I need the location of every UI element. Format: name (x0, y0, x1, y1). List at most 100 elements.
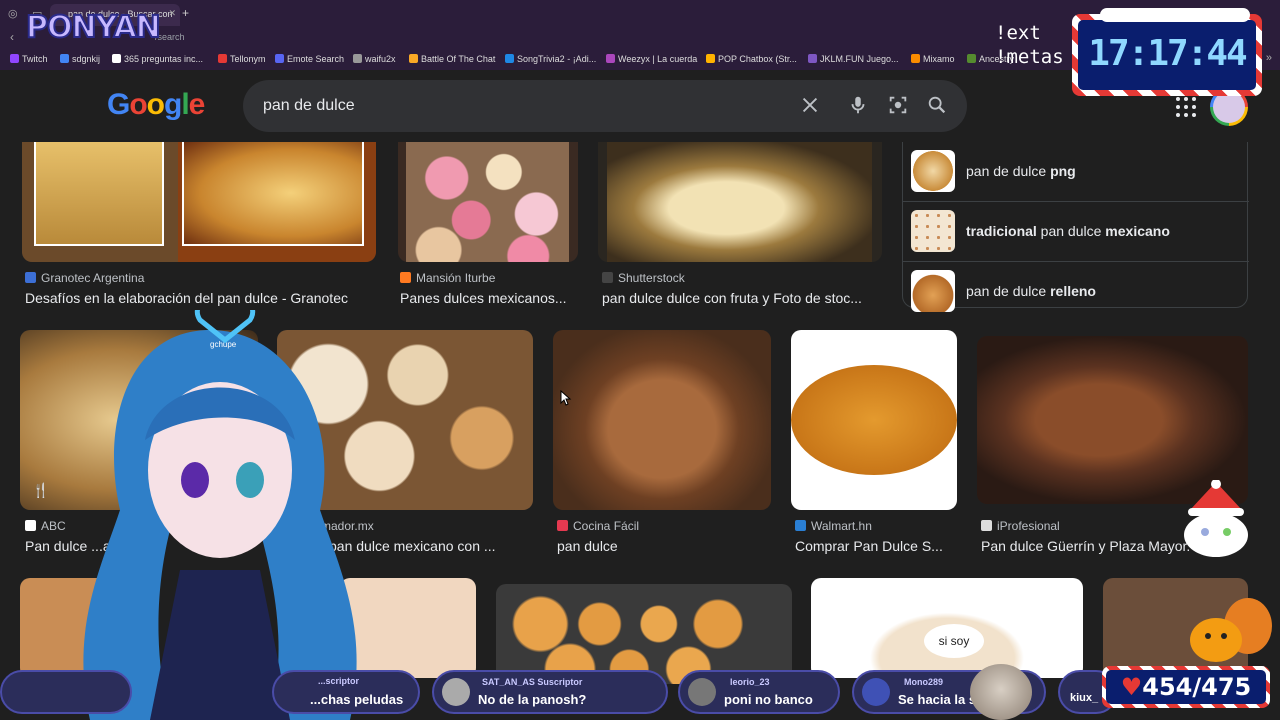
related-search-item[interactable]: pan de dulce relleno (903, 262, 1249, 322)
related-searches: pan de dulce png tradicional pan dulce m… (902, 142, 1249, 312)
related-search-item[interactable]: tradicional pan dulce mexicano (903, 202, 1249, 262)
bookmark-icon (606, 54, 615, 63)
chat-message: ...scriptor ...chas peludas (272, 670, 420, 714)
bookmark-icon (218, 54, 227, 63)
result-image[interactable] (598, 142, 882, 262)
chat-username: Mono289 (904, 677, 944, 687)
related-thumbnail (911, 150, 955, 192)
result-source[interactable]: iProfesional (981, 519, 1060, 533)
related-search-text: pan de dulce relleno (966, 283, 1096, 299)
result-image[interactable] (496, 584, 792, 684)
chat-username: leorio_23 (730, 677, 770, 687)
clear-icon[interactable] (799, 94, 821, 116)
bookmark-icon (60, 54, 69, 63)
site-favicon-icon (981, 520, 992, 531)
result-source[interactable]: Cocina Fácil (557, 519, 639, 533)
bookmark-item[interactable]: Battle Of The Chat (409, 54, 495, 64)
result-title[interactable]: Desafíos en la elaboración del pan dulce… (25, 290, 375, 306)
result-source[interactable]: Shutterstock (602, 271, 685, 285)
bookmark-item[interactable]: Weezyx | La cuerda (606, 54, 697, 64)
chat-avatar (688, 678, 716, 706)
lens-icon[interactable] (887, 94, 909, 116)
site-favicon-icon (25, 272, 36, 283)
related-thumbnail (911, 210, 955, 252)
site-favicon-icon (557, 520, 568, 531)
bookmark-item[interactable]: waifu2x (353, 54, 396, 64)
chat-text: kiux_ (1070, 692, 1099, 704)
result-image[interactable] (398, 142, 578, 262)
result-image[interactable] (553, 330, 771, 510)
squirrel-sticker (1190, 598, 1272, 662)
heart-icon: ♥ (1120, 673, 1143, 701)
result-image[interactable] (22, 142, 376, 262)
chat-text: ...chas peludas (310, 692, 404, 707)
search-box[interactable]: pan de dulce (243, 80, 967, 132)
close-tab-icon[interactable]: ✕ (168, 8, 176, 19)
chat-avatar (442, 678, 470, 706)
bookmark-item[interactable]: Tellonym (218, 54, 266, 64)
clock-widget: 17:17:44 (1072, 14, 1262, 96)
chat-username: SAT_AN_AS Suscriptor (482, 677, 583, 687)
bookmark-icon (353, 54, 362, 63)
site-favicon-icon (602, 272, 613, 283)
result-title[interactable]: Panes dulces mexicanos... (400, 290, 578, 306)
chat-text: No de la panosh? (478, 692, 587, 707)
result-title[interactable]: Pan dulce Güerrín y Plaza Mayor... (981, 538, 1191, 554)
bookmark-icon (706, 54, 715, 63)
browser-menu-icon[interactable]: ◎ (8, 7, 18, 20)
bookmark-item[interactable]: Emote Search (275, 54, 344, 64)
watermark-text: gchupe (210, 340, 237, 349)
related-thumbnail (911, 270, 955, 312)
site-favicon-icon (400, 272, 411, 283)
clock-time: 17:17:44 (1078, 20, 1256, 90)
search-icon[interactable] (926, 94, 948, 116)
bookmark-icon (967, 54, 976, 63)
more-bookmarks-icon[interactable]: » (1266, 52, 1272, 64)
user-icon (862, 678, 890, 706)
chat-message: leorio_23 poni no banco (678, 670, 840, 714)
speech-bubble: si soy (924, 624, 984, 658)
bookmark-item[interactable]: SongTrivia2 - ¡Adi... (505, 54, 596, 64)
result-title[interactable]: pan dulce (557, 538, 767, 554)
search-input[interactable]: pan de dulce (263, 97, 355, 115)
bookmark-icon (409, 54, 418, 63)
back-icon[interactable]: ‹ (10, 30, 14, 44)
vtuber-avatar (83, 310, 357, 720)
recipe-icon: 🍴 (32, 482, 50, 498)
bookmark-item[interactable]: 365 preguntas inc... (112, 54, 203, 64)
bookmark-icon (112, 54, 121, 63)
related-search-item[interactable]: pan de dulce png (903, 142, 1249, 202)
bookmark-icon (911, 54, 920, 63)
result-source[interactable]: Walmart.hn (795, 519, 872, 533)
google-logo[interactable]: Google (107, 88, 205, 122)
result-title[interactable]: pan dulce dulce con fruta y Foto de stoc… (602, 290, 882, 306)
twitch-icon (10, 54, 19, 63)
mouse-cursor-icon (560, 390, 572, 406)
result-image[interactable] (791, 330, 957, 510)
result-title[interactable]: Comprar Pan Dulce S... (795, 538, 955, 554)
result-source[interactable]: Mansión Iturbe (400, 271, 495, 285)
result-image[interactable] (977, 336, 1248, 504)
related-search-text: tradicional pan dulce mexicano (966, 223, 1170, 239)
microphone-icon[interactable] (847, 94, 869, 116)
bookmark-item[interactable]: Twitch (10, 54, 48, 64)
bookmark-item[interactable]: Mixamo (911, 54, 955, 64)
snow-decoration (1100, 8, 1250, 22)
mascot-sticker (1184, 480, 1248, 557)
counter-value: ♥454/475 (1106, 670, 1266, 704)
command-text: !ext (995, 22, 1041, 44)
bookmark-item[interactable]: sdgnkij (60, 54, 100, 64)
related-search-text: pan de dulce png (966, 163, 1076, 179)
chat-message (0, 670, 132, 714)
google-apps-icon[interactable] (1176, 97, 1196, 117)
hamster-sticker (970, 664, 1032, 720)
goal-counter: ♥454/475 (1102, 666, 1270, 708)
new-tab-button[interactable]: + (182, 6, 189, 20)
command-text: !metas (995, 46, 1064, 68)
bookmark-icon (808, 54, 817, 63)
result-source[interactable]: Granotec Argentina (25, 271, 144, 285)
bookmark-item[interactable]: JKLM.FUN Juego... (808, 54, 899, 64)
bookmark-item[interactable]: POP Chatbox (Str... (706, 54, 797, 64)
streamer-logo: PONYAN (25, 9, 162, 46)
site-favicon-icon (25, 520, 36, 531)
